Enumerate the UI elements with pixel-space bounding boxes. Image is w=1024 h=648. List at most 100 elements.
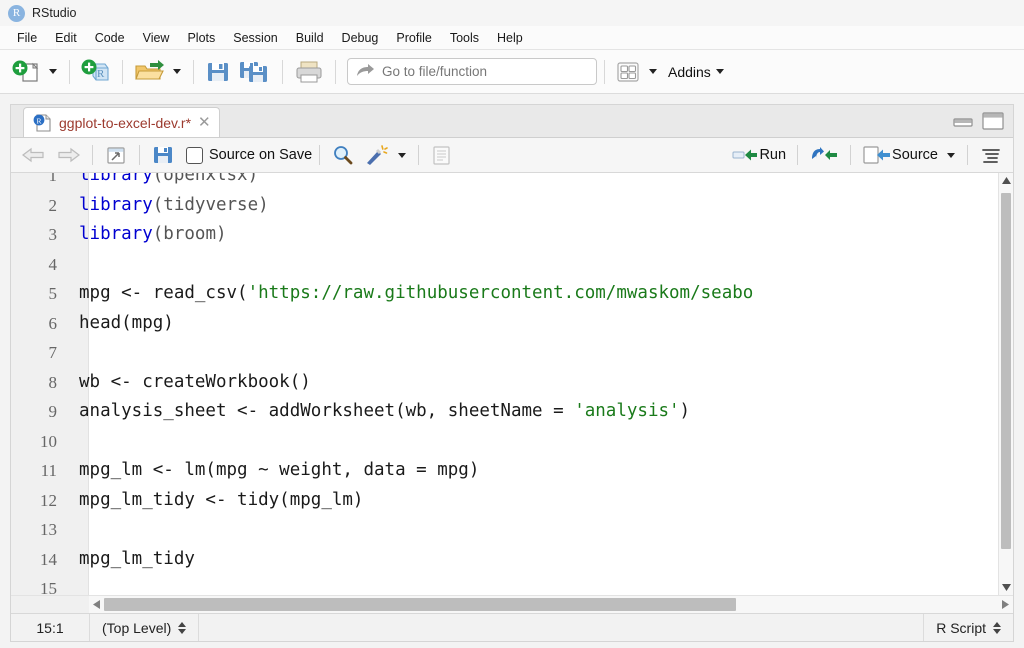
file-type-updown-icon[interactable]: [993, 621, 1001, 634]
code-line[interactable]: 12 mpg_lm_tidy <- tidy(mpg_lm): [11, 486, 998, 516]
goto-file-function-input[interactable]: Go to file/function: [347, 58, 597, 85]
code-lines[interactable]: 1 library(openxlsx) 2 library(tidyverse) 3 li…: [11, 173, 998, 595]
save-button[interactable]: [201, 57, 235, 87]
vertical-scrollbar-thumb[interactable]: [1001, 193, 1011, 549]
editor-status-bar: 15:1 (Top Level) R Script: [11, 613, 1013, 641]
editor-toolbar: Source on Save Run Source: [11, 138, 1013, 173]
find-replace-button[interactable]: [327, 142, 359, 168]
file-type-selector[interactable]: R Script: [923, 614, 1013, 641]
back-button[interactable]: [17, 142, 51, 168]
code-line[interactable]: 10: [11, 427, 998, 457]
addins-dropdown-caret[interactable]: [715, 69, 724, 74]
show-in-new-window-button[interactable]: [100, 142, 132, 168]
code-line-text[interactable]: mpg_lm_tidy <- tidy(mpg_lm): [73, 486, 363, 516]
code-line[interactable]: 1 library(openxlsx): [11, 173, 998, 191]
source-tab-label: ggplot-to-excel-dev.r*: [59, 114, 192, 131]
menu-plots[interactable]: Plots: [178, 29, 224, 47]
code-line[interactable]: 6 head(mpg): [11, 309, 998, 339]
close-icon[interactable]: ✕: [198, 115, 211, 130]
search-icon: [334, 146, 353, 165]
open-file-button[interactable]: [130, 57, 168, 87]
run-button[interactable]: Run: [727, 142, 790, 168]
compile-report-button[interactable]: [426, 142, 456, 168]
code-editor[interactable]: 1 library(openxlsx) 2 library(tidyverse) 3 li…: [11, 173, 1013, 595]
open-file-dropdown-caret[interactable]: [173, 69, 181, 74]
addins-button[interactable]: Addins: [668, 64, 711, 80]
new-file-dropdown-caret[interactable]: [49, 69, 57, 74]
code-line[interactable]: 8 wb <- createWorkbook(): [11, 368, 998, 398]
menu-file[interactable]: File: [8, 29, 46, 47]
maximize-pane-icon[interactable]: [981, 111, 1005, 131]
rerun-button[interactable]: [805, 142, 843, 168]
menu-tools[interactable]: Tools: [441, 29, 488, 47]
scroll-up-icon[interactable]: [999, 173, 1013, 188]
menu-session[interactable]: Session: [224, 29, 286, 47]
title-bar: R RStudio: [0, 0, 1024, 26]
code-line-text[interactable]: [73, 250, 79, 280]
scope-updown-icon[interactable]: [178, 621, 187, 634]
source-button[interactable]: Source: [858, 142, 942, 168]
code-tools-dropdown-caret[interactable]: [398, 152, 407, 158]
horizontal-scrollbar-track[interactable]: [104, 596, 998, 613]
code-line-text[interactable]: [73, 338, 79, 368]
menu-build[interactable]: Build: [287, 29, 333, 47]
code-line[interactable]: 13: [11, 515, 998, 545]
code-line-text[interactable]: library(broom): [73, 220, 227, 250]
re-run-icon: [812, 147, 838, 160]
source-dropdown-caret[interactable]: [947, 152, 955, 158]
menu-help[interactable]: Help: [488, 29, 532, 47]
menu-profile[interactable]: Profile: [387, 29, 440, 47]
code-line[interactable]: 9 analysis_sheet <- addWorksheet(wb, shee…: [11, 397, 998, 427]
code-line[interactable]: 2 library(tidyverse): [11, 191, 998, 221]
source-tab-ggplot-to-excel-dev[interactable]: R ggplot-to-excel-dev.r* ✕: [23, 107, 220, 137]
code-line-text[interactable]: mpg_lm_tidy: [73, 545, 195, 575]
scroll-down-icon[interactable]: [999, 580, 1013, 595]
workspace-panes-button[interactable]: [612, 57, 644, 87]
save-all-button[interactable]: [235, 57, 275, 87]
editor-save-button[interactable]: [147, 142, 179, 168]
compile-report-icon: [433, 146, 450, 165]
code-line[interactable]: 14 mpg_lm_tidy: [11, 545, 998, 575]
code-line[interactable]: 15: [11, 574, 998, 595]
code-line[interactable]: 11 mpg_lm <- lm(mpg ~ weight, data = mpg): [11, 456, 998, 486]
code-line-text[interactable]: [73, 427, 79, 457]
code-token: library: [79, 224, 153, 244]
toolbar-divider: [282, 59, 283, 84]
forward-button[interactable]: [51, 142, 85, 168]
code-line-text[interactable]: library(tidyverse): [73, 191, 269, 221]
new-project-button[interactable]: R: [77, 57, 115, 87]
code-line-text[interactable]: library(openxlsx): [73, 173, 258, 191]
code-line[interactable]: 3 library(broom): [11, 220, 998, 250]
scroll-right-icon[interactable]: [998, 596, 1013, 613]
code-line-text[interactable]: analysis_sheet <- addWorksheet(wb, sheet…: [73, 397, 690, 427]
horizontal-scrollbar-thumb[interactable]: [104, 598, 736, 611]
vertical-scrollbar[interactable]: [998, 173, 1013, 595]
code-line[interactable]: 4: [11, 250, 998, 280]
minimize-pane-icon[interactable]: [952, 113, 974, 129]
code-line-text[interactable]: mpg <- read_csv('https://raw.githubuserc…: [73, 279, 753, 309]
workspace-panes-dropdown-caret[interactable]: [649, 69, 657, 74]
menu-edit[interactable]: Edit: [46, 29, 86, 47]
scroll-left-icon[interactable]: [89, 596, 104, 613]
editor-toolbar-divider: [418, 145, 420, 165]
code-line-text[interactable]: [73, 574, 79, 595]
code-line-text[interactable]: head(mpg): [73, 309, 174, 339]
svg-text:R: R: [36, 116, 41, 125]
new-file-button[interactable]: [8, 57, 44, 87]
code-line[interactable]: 7: [11, 338, 998, 368]
print-button[interactable]: [290, 57, 328, 87]
menu-debug[interactable]: Debug: [333, 29, 388, 47]
source-on-save-checkbox[interactable]: [186, 146, 203, 164]
horizontal-scrollbar[interactable]: [11, 595, 1013, 613]
code-line-text[interactable]: [73, 515, 79, 545]
menu-code[interactable]: Code: [86, 29, 134, 47]
code-line-text[interactable]: wb <- createWorkbook(): [73, 368, 311, 398]
code-token: ): [679, 401, 691, 421]
menu-view[interactable]: View: [134, 29, 179, 47]
line-number: 7: [48, 343, 58, 362]
code-line-text[interactable]: mpg_lm <- lm(mpg ~ weight, data = mpg): [73, 456, 479, 486]
scope-selector[interactable]: (Top Level): [90, 614, 200, 641]
document-outline-button[interactable]: [975, 142, 1007, 168]
code-line[interactable]: 5 mpg <- read_csv('https://raw.githubuser…: [11, 279, 998, 309]
code-tools-button[interactable]: [359, 142, 393, 168]
